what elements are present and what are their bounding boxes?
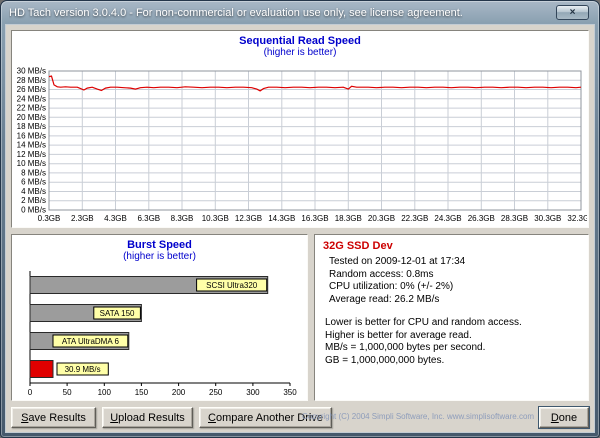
svg-text:0.3GB: 0.3GB (38, 214, 61, 223)
svg-text:8 MB/s: 8 MB/s (21, 168, 46, 177)
svg-text:SATA 150: SATA 150 (100, 309, 135, 318)
note-gb-definition: GB = 1,000,000,000 bytes. (325, 354, 445, 366)
svg-text:2 MB/s: 2 MB/s (21, 196, 46, 205)
app-window: HD Tach version 3.0.4.0 - For non-commer… (0, 0, 600, 438)
svg-text:200: 200 (172, 388, 186, 397)
copyright-text: Copyright (C) 2004 Simpli Software, Inc.… (302, 412, 535, 421)
read-chart-plot: 0 MB/s 2 MB/s 4 MB/s 6 MB/s 8 MB/s 10 MB/s 12 … (13, 65, 595, 228)
burst-chart-subtitle: (higher is better) (123, 251, 196, 262)
svg-text:16 MB/s: 16 MB/s (17, 131, 46, 140)
close-button[interactable]: × (556, 5, 589, 20)
done-button[interactable]: Done (538, 406, 590, 429)
svg-text:24 MB/s: 24 MB/s (17, 94, 46, 103)
svg-text:22 MB/s: 22 MB/s (17, 104, 46, 113)
svg-text:20.3GB: 20.3GB (368, 214, 395, 223)
svg-text:4 MB/s: 4 MB/s (21, 187, 46, 196)
svg-text:14 MB/s: 14 MB/s (17, 141, 46, 150)
svg-text:10 MB/s: 10 MB/s (17, 159, 46, 168)
svg-text:300: 300 (246, 388, 260, 397)
svg-text:32.3GB: 32.3GB (567, 214, 587, 223)
svg-text:26 MB/s: 26 MB/s (17, 85, 46, 94)
svg-text:10.3GB: 10.3GB (202, 214, 229, 223)
svg-text:18 MB/s: 18 MB/s (17, 122, 46, 131)
sequential-read-panel: Sequential Read Speed (higher is better)… (11, 30, 595, 228)
svg-text:150: 150 (135, 388, 149, 397)
svg-text:14.3GB: 14.3GB (268, 214, 295, 223)
title-bar[interactable]: HD Tach version 3.0.4.0 - For non-commer… (2, 2, 598, 24)
burst-speed-panel: Burst Speed (higher is better) 0 50 100 150… (11, 234, 308, 401)
drive-name: 32G SSD Dev (323, 240, 393, 252)
drive-info-panel: 32G SSD Dev Tested on 2009-12-01 at 17:3… (314, 234, 589, 401)
window-title: HD Tach version 3.0.4.0 - For non-commer… (9, 7, 463, 19)
svg-text:16.3GB: 16.3GB (301, 214, 328, 223)
svg-text:350: 350 (283, 388, 297, 397)
svg-text:100: 100 (98, 388, 112, 397)
tested-on-text: Tested on 2009-12-01 at 17:34 (329, 256, 466, 267)
note-lower-better: Lower is better for CPU and random acces… (325, 317, 522, 328)
svg-text:ATA UltraDMA 6: ATA UltraDMA 6 (62, 337, 120, 346)
cpu-utilization-text: CPU utilization: 0% (+/- 2%) (329, 281, 454, 292)
svg-text:50: 50 (63, 388, 72, 397)
read-chart-title: Sequential Read Speed (239, 35, 361, 47)
note-mbs-definition: MB/s = 1,000,000 bytes per second. (325, 342, 486, 353)
svg-text:30.3GB: 30.3GB (534, 214, 561, 223)
average-read-text: Average read: 26.2 MB/s (329, 293, 440, 305)
note-higher-better: Higher is better for average read. (325, 329, 472, 341)
svg-text:6 MB/s: 6 MB/s (21, 178, 46, 187)
svg-text:6.3GB: 6.3GB (137, 214, 160, 223)
svg-text:0: 0 (28, 388, 33, 397)
random-access-text: Random access: 0.8ms (329, 268, 434, 280)
svg-text:28.3GB: 28.3GB (501, 214, 528, 223)
burst-chart-title: Burst Speed (127, 239, 192, 251)
svg-text:12.3GB: 12.3GB (235, 214, 262, 223)
svg-text:24.3GB: 24.3GB (434, 214, 461, 223)
svg-text:18.3GB: 18.3GB (335, 214, 362, 223)
svg-text:12 MB/s: 12 MB/s (17, 150, 46, 159)
svg-text:8.3GB: 8.3GB (171, 214, 194, 223)
svg-text:22.3GB: 22.3GB (401, 214, 428, 223)
svg-text:20 MB/s: 20 MB/s (17, 113, 46, 122)
svg-text:30 MB/s: 30 MB/s (17, 67, 46, 76)
svg-text:30.9 MB/s: 30.9 MB/s (65, 365, 101, 374)
svg-text:2.3GB: 2.3GB (71, 214, 94, 223)
svg-text:28 MB/s: 28 MB/s (17, 76, 46, 85)
info-notes: Lower is better for CPU and random acces… (323, 317, 580, 367)
svg-text:4.3GB: 4.3GB (104, 214, 127, 223)
svg-text:250: 250 (209, 388, 223, 397)
svg-text:26.3GB: 26.3GB (468, 214, 495, 223)
upload-results-button[interactable]: Upload Results (102, 407, 193, 428)
close-icon: × (569, 6, 576, 18)
burst-chart-plot: 0 50 100 150 200 250 300 350 SCSI Ultra320 SATA 1… (14, 269, 306, 402)
save-results-button[interactable]: Save Results (11, 407, 96, 428)
read-chart-subtitle: (higher is better) (263, 47, 337, 58)
svg-text:SCSI Ultra320: SCSI Ultra320 (206, 281, 258, 290)
main-content: Sequential Read Speed (higher is better)… (5, 24, 595, 433)
